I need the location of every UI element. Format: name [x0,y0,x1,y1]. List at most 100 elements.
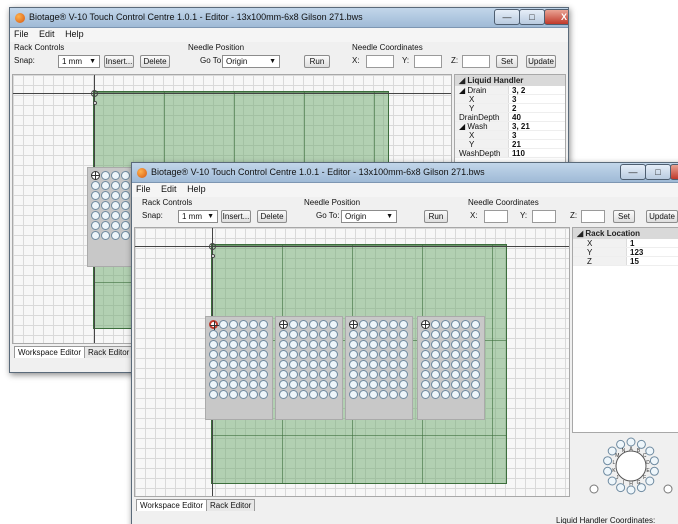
tube[interactable] [461,370,470,379]
tube[interactable] [431,330,440,339]
carousel-slot[interactable] [603,466,613,476]
delete-button[interactable]: Delete [140,55,170,68]
tube[interactable] [299,370,308,379]
tube[interactable] [431,380,440,389]
tube[interactable] [229,390,238,399]
tube[interactable] [441,320,450,329]
property-row[interactable]: Y2 [455,104,565,113]
tube[interactable] [219,390,228,399]
tube[interactable] [389,380,398,389]
rotate-right-icon[interactable] [663,484,673,494]
carousel-slot[interactable] [626,437,636,447]
tube[interactable] [389,360,398,369]
tube-origin[interactable] [91,171,100,180]
tube[interactable] [101,231,110,240]
tube[interactable] [219,340,228,349]
menu-help[interactable]: Help [61,28,88,40]
tube[interactable] [259,330,268,339]
tube[interactable] [319,320,328,329]
goto-select[interactable]: Origin ▼ [341,210,397,223]
tube[interactable] [239,370,248,379]
tube[interactable] [309,350,318,359]
tube[interactable] [279,330,288,339]
tube[interactable] [359,340,368,349]
tube[interactable] [209,380,218,389]
tube[interactable] [389,340,398,349]
tube[interactable] [399,380,408,389]
tube[interactable] [349,380,358,389]
tube[interactable] [471,360,480,369]
tube[interactable] [111,221,120,230]
needle-z-input[interactable] [462,55,490,68]
properties-panel[interactable]: ◢ Rack Location X1 Y 123 Z 15 [572,227,678,433]
tube[interactable] [379,350,388,359]
tube[interactable] [451,360,460,369]
tube[interactable] [441,370,450,379]
tube[interactable] [329,350,338,359]
tube[interactable] [229,380,238,389]
tube[interactable] [441,360,450,369]
property-row[interactable]: X1 [573,239,678,248]
tube[interactable] [461,320,470,329]
tab-rack-editor[interactable]: Rack Editor [84,346,134,358]
tube[interactable] [279,340,288,349]
tube[interactable] [369,380,378,389]
title-bar[interactable]: Biotage® V-10 Touch Control Centre 1.0.1… [132,163,678,183]
tube[interactable] [299,320,308,329]
goto-select[interactable]: Origin ▼ [222,55,280,68]
carousel-slot[interactable] [645,476,655,486]
tube[interactable] [451,320,460,329]
tube[interactable] [259,370,268,379]
maximize-button[interactable]: □ [645,164,671,180]
tube[interactable] [309,320,318,329]
close-button[interactable]: X [670,164,678,180]
tube[interactable] [299,340,308,349]
tube[interactable] [431,350,440,359]
tube[interactable] [219,360,228,369]
insert-button[interactable]: Insert... [221,210,251,223]
tube[interactable] [349,370,358,379]
tube[interactable] [289,320,298,329]
tube[interactable] [239,340,248,349]
rack-1[interactable] [205,316,273,420]
tube[interactable] [101,221,110,230]
tube[interactable] [289,330,298,339]
property-row[interactable]: X3 [455,95,565,104]
tube[interactable] [441,350,450,359]
tube[interactable] [431,370,440,379]
tube[interactable] [319,340,328,349]
tube[interactable] [389,320,398,329]
tube[interactable] [309,330,318,339]
tube-origin[interactable] [349,320,358,329]
tube[interactable] [309,380,318,389]
tube[interactable] [441,330,450,339]
tube[interactable] [101,191,110,200]
properties-panel[interactable]: ◢ Liquid Handler ◢ Drain 3, 2 X3 Y2 Drain… [454,74,566,164]
tube[interactable] [259,380,268,389]
tube[interactable] [461,380,470,389]
insert-button[interactable]: Insert... [104,55,134,68]
carousel-slot[interactable] [649,456,659,466]
tube[interactable] [389,330,398,339]
tube[interactable] [279,360,288,369]
tube[interactable] [359,330,368,339]
tube[interactable] [329,330,338,339]
tube[interactable] [369,320,378,329]
tube[interactable] [239,330,248,339]
tube[interactable] [359,380,368,389]
tab-workspace-editor[interactable]: Workspace Editor [14,346,85,358]
needle-x-input[interactable] [366,55,394,68]
needle-y-input[interactable] [532,210,556,223]
tube[interactable] [349,390,358,399]
tube[interactable] [259,390,268,399]
tube[interactable] [399,370,408,379]
tube[interactable] [309,390,318,399]
tube[interactable] [399,340,408,349]
tube[interactable] [369,390,378,399]
tube[interactable] [329,340,338,349]
tube[interactable] [369,370,378,379]
carousel-diagram[interactable]: ABCDEFGHIJKLMN [586,435,676,497]
tube[interactable] [101,201,110,210]
tube[interactable] [359,350,368,359]
tube[interactable] [111,231,120,240]
